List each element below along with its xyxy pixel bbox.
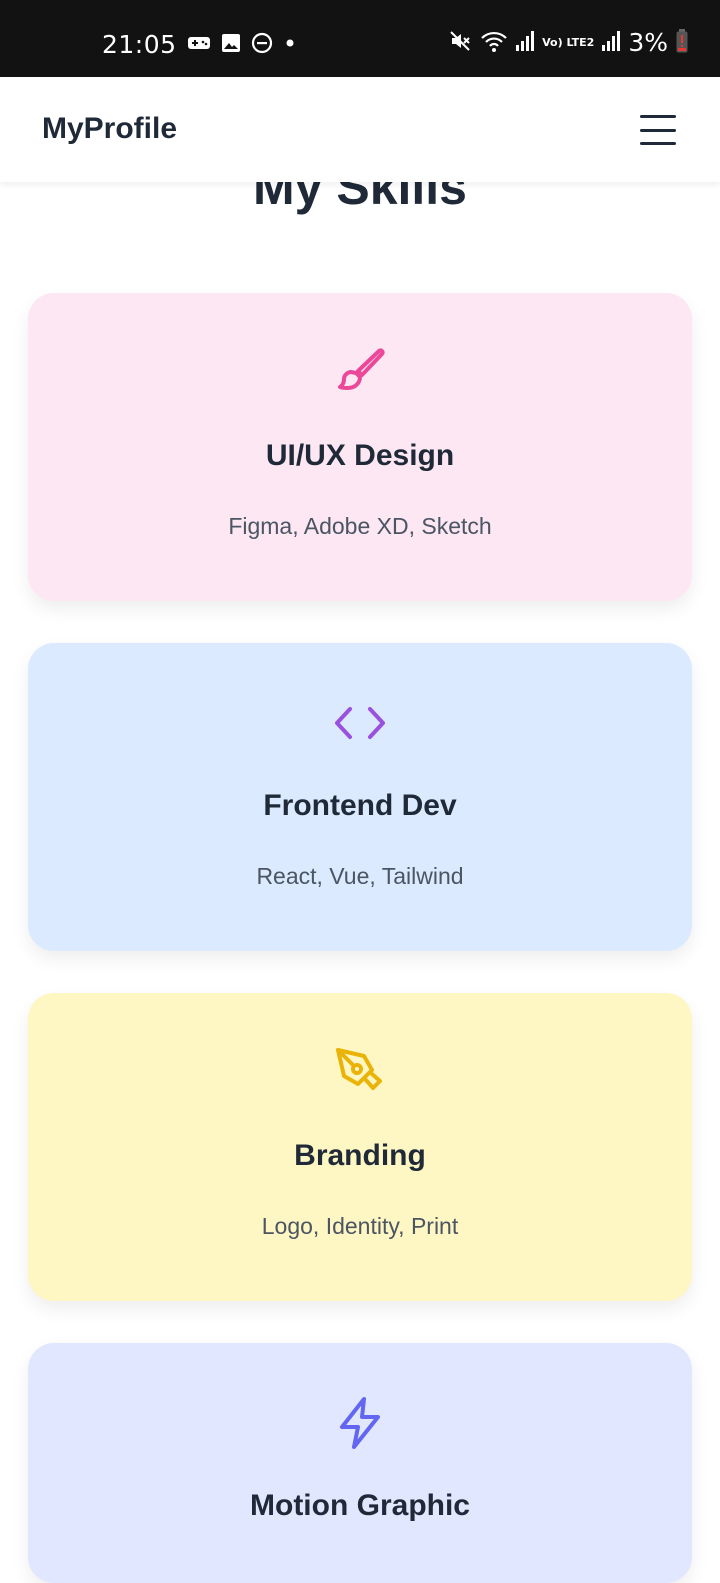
skill-title: UI/UX Design	[265, 439, 455, 472]
code-icon	[330, 693, 390, 753]
skill-tools: React, Vue, Tailwind	[256, 863, 464, 889]
skill-tools: Logo, Identity, Print	[261, 1213, 459, 1239]
brand-logo[interactable]: MyProfile	[42, 112, 177, 146]
signal-icon	[602, 30, 621, 56]
skill-card-branding: Branding Logo, Identity, Print	[28, 993, 692, 1301]
status-right: Vo) LTE2 3%	[448, 28, 688, 57]
pen-tool-icon	[330, 1043, 390, 1103]
dot-icon	[283, 35, 297, 54]
network-label: Vo) LTE2	[542, 36, 595, 49]
skill-title: Frontend Dev	[263, 789, 457, 822]
wifi-icon	[480, 29, 508, 57]
paintbrush-icon	[330, 343, 390, 403]
skill-card-motion: Motion Graphic	[28, 1343, 692, 1583]
skill-title: Branding	[294, 1139, 426, 1172]
battery-icon	[676, 28, 688, 57]
game-icon	[187, 34, 211, 56]
top-navbar: MyProfile	[0, 77, 720, 182]
signal-icon	[516, 30, 535, 56]
lightning-icon	[330, 1393, 390, 1453]
mute-icon	[448, 29, 472, 57]
battery-percent: 3%	[628, 28, 668, 57]
status-time: 21:05	[102, 30, 177, 59]
skill-tools: Figma, Adobe XD, Sketch	[228, 513, 492, 539]
status-left: 21:05	[102, 30, 297, 59]
image-icon	[221, 33, 241, 57]
skill-title: Motion Graphic	[250, 1489, 470, 1522]
skill-card-uiux: UI/UX Design Figma, Adobe XD, Sketch	[28, 293, 692, 601]
hamburger-menu-icon[interactable]	[636, 112, 680, 148]
dnd-icon	[251, 32, 273, 58]
skill-card-frontend: Frontend Dev React, Vue, Tailwind	[28, 643, 692, 951]
status-bar: 21:05 Vo) LTE2 3%	[0, 0, 720, 77]
